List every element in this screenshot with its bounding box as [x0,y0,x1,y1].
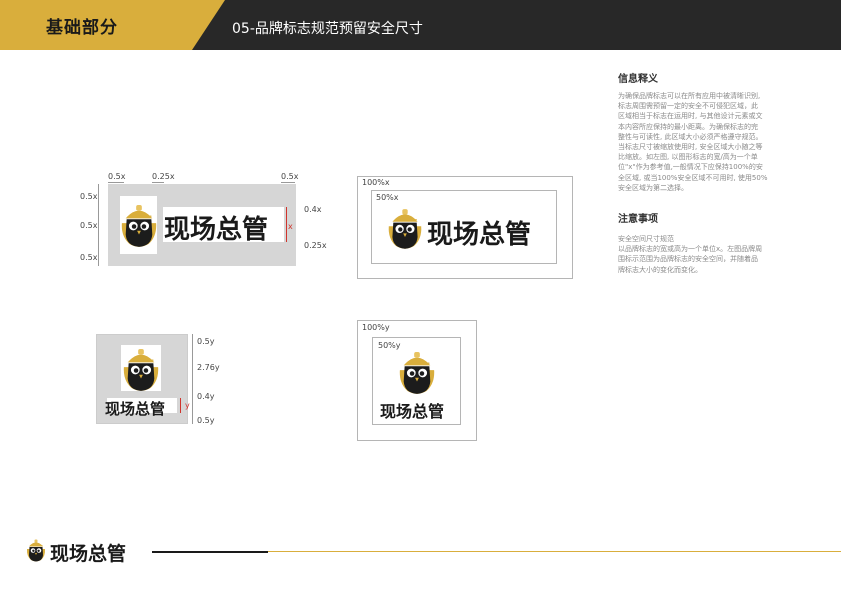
dim-tick [281,182,295,183]
info-line: 本内容所应保持的最小距离。为确保标志的完 [618,122,758,131]
dim-tick [108,182,124,183]
dim-label: 0.5x [80,253,98,262]
footer-line-gold [268,551,841,552]
unit-label: y [185,401,190,410]
unit-label: x [288,222,293,231]
info-line: 全区域, 或当100%安全区域不可用时, 使用50% [618,173,768,182]
dim-label: 0.5x [80,192,98,201]
dim-label: 0.5x [281,172,299,181]
dim-tick [192,334,193,424]
dim-label: 0.5y [197,416,215,425]
safe-outer-label: 100%y [362,323,390,332]
text-top-band [163,196,284,207]
side-band-left [107,345,121,395]
dim-tick [152,182,164,183]
info-body: 为确保品牌标志可以在所有应用中被清晰识别, 标志周围需预留一定的安全不可侵犯区域… [618,91,818,193]
info-line: 比缩放。如左图, 以图形标志的宽/高为一个单 [618,153,758,162]
horizontal-safe-diagram: 现场总管 x [108,184,296,266]
notes-line: 安全空间尺寸规范 [618,235,674,243]
margin-band-top [97,335,187,345]
footer-line-dark [152,551,268,553]
unit-marker [180,398,181,413]
margin-band-left [108,184,120,266]
notes-line: 围标示范围为品牌标志的安全空间，并随着品 [618,255,758,264]
dim-label: 0.5x [108,172,126,181]
notes-line: 牌标志大小的变化而变化。 [618,265,702,274]
dim-label: 0.4y [197,392,215,401]
info-line: 为确保品牌标志可以在所有应用中被清晰识别, [618,92,761,100]
margin-band-top [108,184,296,196]
margin-band-bottom [108,254,296,266]
info-line: 当标志尺寸被缩放使用时, 安全区域大小随之等 [618,143,763,152]
notes-line: 以品牌标志的宽或高为一个单位x。左图品牌周 [618,245,763,254]
owl-with-hardhat-icon [120,197,158,253]
dim-label: 0.5y [197,337,215,346]
info-heading: 信息释义 [618,74,658,85]
dim-tick [98,184,99,266]
section-title: 基础部分 [46,18,118,38]
owl-with-hardhat-icon [387,203,423,253]
side-band-right [161,345,177,395]
logo-wordmark: 现场总管 [380,402,445,421]
owl-with-hardhat-icon [122,345,160,393]
page-title: 05-品牌标志规范预留安全尺寸 [232,21,423,37]
notes-body: 安全空间尺寸规范 以品牌标志的宽或高为一个单位x。左图品牌周 围标示范围为品牌标… [618,234,818,275]
logo-wordmark: 现场总管 [105,400,166,418]
info-line: 安全区域为第二选择。 [618,183,688,192]
vertical-safe-diagram: 现场总管 y [96,334,190,424]
info-line: 位"x"作为参考值,一般情况下应保持100%的安 [618,163,763,172]
dim-label: 2.76y [197,363,220,372]
info-line: 整性与可读性, 此区域大小必须严格遵守规范。 [618,132,763,141]
dim-label: 0.5x [80,221,98,230]
owl-with-hardhat-icon [398,347,436,397]
unit-marker [286,207,287,242]
owl-with-hardhat-icon [26,536,46,564]
logo-wordmark: 现场总管 [427,220,532,250]
info-line: 区域相当于标志在运用时, 与其他设计元素或文 [618,112,763,121]
safe-inner-label: 50%x [376,193,399,202]
logo-wordmark: 现场总管 [164,215,269,245]
dim-label: 0.25x [152,172,175,181]
dim-label: 0.25x [304,241,327,250]
safe-outer-label: 100%x [362,178,390,187]
footer-logo-wordmark: 现场总管 [50,543,127,565]
dim-label: 0.4x [304,205,322,214]
notes-heading: 注意事项 [618,214,658,225]
info-line: 标志周围需预留一定的安全不可侵犯区域，此 [618,102,758,111]
